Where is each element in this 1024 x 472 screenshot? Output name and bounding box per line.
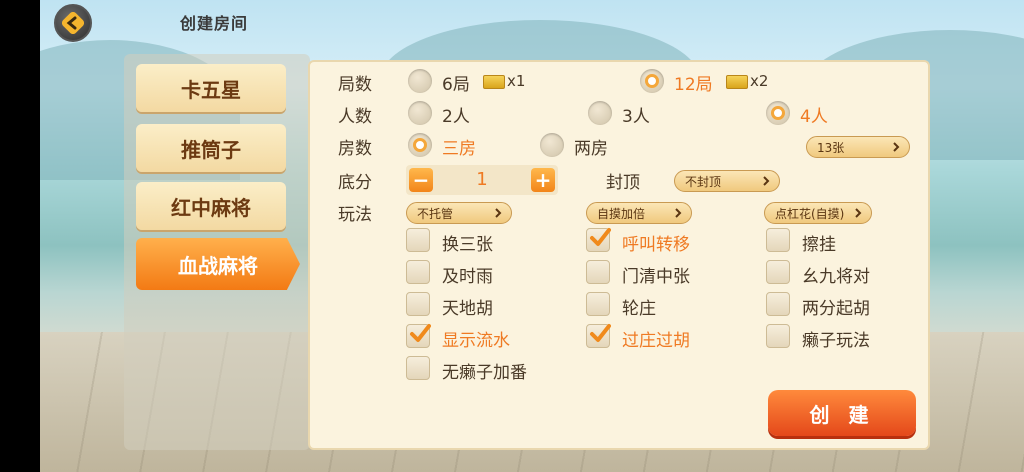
option-checkbox[interactable]	[406, 260, 430, 284]
chevron-right-icon	[763, 176, 770, 186]
checkmark-icon	[590, 228, 611, 246]
option-checkbox[interactable]	[586, 260, 610, 284]
option-label: 轮庄	[622, 299, 656, 319]
rooms-three-label: 三房	[442, 139, 476, 159]
checkmark-icon	[410, 324, 431, 342]
chevron-right-icon	[855, 208, 862, 218]
rooms-label: 房数	[338, 139, 372, 159]
rounds-12-radio[interactable]	[640, 69, 664, 93]
rounds-12-label: 12局	[674, 75, 713, 95]
rounds-6-mult: x1	[507, 72, 526, 90]
base-score-stepper: − 1 +	[406, 165, 558, 195]
players-2-radio[interactable]	[408, 101, 432, 125]
diamond-icon	[726, 75, 748, 89]
diamond-icon	[483, 75, 505, 89]
chevron-right-icon	[675, 208, 682, 218]
option-checkbox[interactable]	[406, 228, 430, 252]
option-label: 擦挂	[802, 235, 836, 255]
tiles-dropdown[interactable]: 13张	[806, 136, 910, 158]
back-arrow-icon	[62, 12, 84, 34]
option-label: 幺九将对	[802, 267, 870, 287]
option-checkbox[interactable]	[406, 292, 430, 316]
rooms-two-label: 两房	[574, 139, 608, 159]
rules-label: 玩法	[338, 205, 372, 225]
players-4-radio[interactable]	[766, 101, 790, 125]
chevron-right-icon	[495, 208, 502, 218]
create-button[interactable]: 创 建	[768, 390, 916, 436]
option-checkbox[interactable]	[586, 228, 611, 252]
rooms-two-radio[interactable]	[540, 133, 564, 157]
rounds-6-label: 6局	[442, 75, 470, 95]
option-label: 及时雨	[442, 267, 493, 287]
page-title: 创建房间	[180, 14, 249, 33]
option-label: 癞子玩法	[802, 331, 870, 351]
option-checkbox[interactable]	[406, 356, 430, 380]
rounds-6-radio[interactable]	[408, 69, 432, 93]
rounds-12-mult: x2	[750, 72, 769, 90]
players-2-label: 2人	[442, 107, 470, 127]
kong-flower-dropdown-value: 点杠花(自摸)	[775, 206, 845, 221]
hosting-dropdown-value: 不托管	[417, 206, 454, 221]
option-label: 无癞子加番	[442, 363, 527, 383]
nav-item-kawuxing[interactable]: 卡五星	[136, 64, 286, 112]
base-score-label: 底分	[338, 173, 372, 193]
option-checkbox[interactable]	[586, 324, 611, 348]
nav-item-tuitongzi[interactable]: 推筒子	[136, 124, 286, 172]
option-checkbox[interactable]	[766, 292, 790, 316]
chevron-right-icon	[893, 142, 900, 152]
players-3-radio[interactable]	[588, 101, 612, 125]
hosting-dropdown[interactable]: 不托管	[406, 202, 512, 224]
option-label: 门清中张	[622, 267, 690, 287]
option-checkbox[interactable]	[766, 228, 790, 252]
option-checkbox[interactable]	[586, 292, 610, 316]
option-checkbox[interactable]	[766, 260, 790, 284]
selfdraw-dropdown[interactable]: 自摸加倍	[586, 202, 692, 224]
option-label: 过庄过胡	[622, 331, 690, 351]
option-label: 两分起胡	[802, 299, 870, 319]
selfdraw-dropdown-value: 自摸加倍	[597, 206, 646, 221]
option-label: 显示流水	[442, 331, 510, 351]
cap-dropdown-value: 不封顶	[685, 174, 722, 189]
option-label: 天地胡	[442, 299, 493, 319]
nav-item-hongzhong[interactable]: 红中麻将	[136, 182, 286, 230]
players-3-label: 3人	[622, 107, 650, 127]
rooms-three-radio[interactable]	[408, 133, 432, 157]
nav-item-xuezhan[interactable]: 血战麻将	[136, 238, 300, 290]
option-label: 呼叫转移	[622, 235, 690, 255]
cap-dropdown[interactable]: 不封顶	[674, 170, 780, 192]
back-button[interactable]	[54, 4, 92, 42]
option-checkbox[interactable]	[766, 324, 790, 348]
players-4-label: 4人	[800, 107, 828, 127]
players-label: 人数	[338, 107, 372, 127]
option-label: 换三张	[442, 235, 493, 255]
cap-label: 封顶	[606, 173, 640, 193]
kong-flower-dropdown[interactable]: 点杠花(自摸)	[764, 202, 872, 224]
increase-button[interactable]: +	[531, 168, 555, 192]
option-checkbox[interactable]	[406, 324, 431, 348]
rounds-label: 局数	[338, 75, 372, 95]
top-bar: 创建房间	[40, 0, 320, 44]
tiles-dropdown-value: 13张	[817, 140, 845, 155]
checkmark-icon	[590, 324, 611, 342]
